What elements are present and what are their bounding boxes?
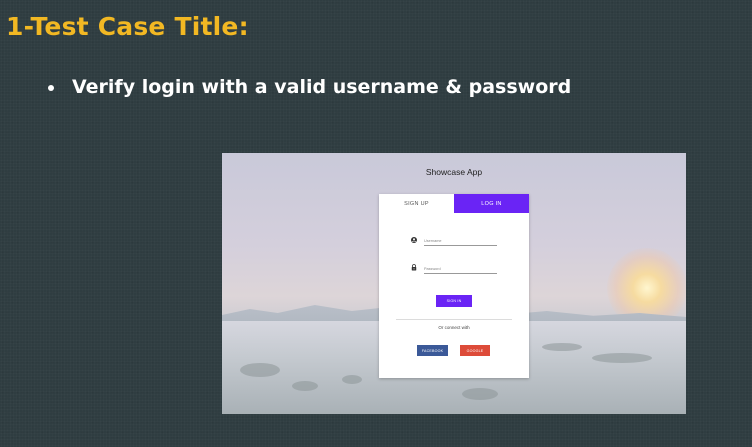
rock-decoration bbox=[240, 363, 280, 377]
rock-decoration bbox=[542, 343, 582, 351]
app-screenshot: Showcase App SIGN UP LOG IN SIGN IN Or c… bbox=[222, 153, 686, 414]
sign-in-button[interactable]: SIGN IN bbox=[436, 295, 472, 307]
bullet-item: Verify login with a valid username & pas… bbox=[48, 76, 571, 98]
username-input[interactable] bbox=[424, 237, 497, 246]
rock-decoration bbox=[592, 353, 652, 363]
app-title: Showcase App bbox=[425, 167, 483, 177]
bullet-text: Verify login with a valid username & pas… bbox=[72, 76, 572, 98]
bullet-dot bbox=[48, 85, 54, 91]
username-field bbox=[411, 236, 497, 246]
rock-decoration bbox=[342, 375, 362, 384]
account-circle-icon bbox=[411, 237, 420, 246]
rock-decoration bbox=[462, 388, 498, 400]
password-field bbox=[411, 264, 497, 274]
connect-with-label: Or connect with bbox=[438, 325, 470, 330]
auth-tabs: SIGN UP LOG IN bbox=[379, 194, 529, 213]
tab-sign-up[interactable]: SIGN UP bbox=[379, 194, 454, 213]
login-card: SIGN UP LOG IN SIGN IN Or connect with F… bbox=[379, 194, 529, 378]
password-input[interactable] bbox=[424, 265, 497, 274]
divider bbox=[396, 319, 512, 320]
slide-title: 1-Test Case Title: bbox=[6, 12, 249, 41]
facebook-button[interactable]: FACEBOOK bbox=[417, 345, 448, 356]
rock-decoration bbox=[292, 381, 318, 391]
lock-icon bbox=[411, 264, 420, 274]
tab-log-in[interactable]: LOG IN bbox=[454, 194, 529, 213]
google-button[interactable]: GOOGLE bbox=[460, 345, 490, 356]
